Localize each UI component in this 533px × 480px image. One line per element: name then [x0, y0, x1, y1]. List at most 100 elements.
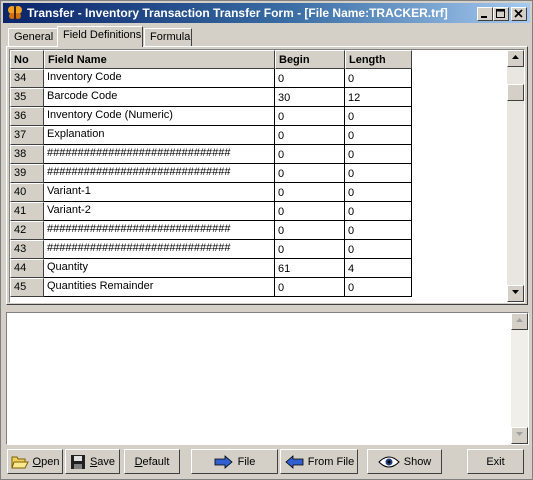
- tab-field-definitions-label: Field Definitions: [63, 29, 142, 41]
- arrow-left-icon: [285, 454, 304, 469]
- row-field-name[interactable]: Quantities Remainder: [44, 278, 275, 297]
- table-row[interactable]: 36 Inventory Code (Numeric) 0 0: [10, 107, 412, 126]
- title-bar[interactable]: Transfer - Inventory Transaction Transfe…: [3, 3, 530, 23]
- header-length[interactable]: Length: [345, 50, 412, 69]
- close-icon: [514, 9, 523, 18]
- memo-scroll-up-button[interactable]: [511, 313, 528, 330]
- row-field-name[interactable]: Variant-1: [44, 183, 275, 202]
- row-begin[interactable]: 30: [275, 88, 345, 107]
- arrow-up-icon: [512, 55, 519, 59]
- row-length[interactable]: 0: [345, 183, 412, 202]
- row-no: 45: [10, 278, 44, 297]
- folder-open-icon: [10, 456, 29, 468]
- main-window: Transfer - Inventory Transaction Transfe…: [0, 0, 533, 480]
- row-length[interactable]: 0: [345, 69, 412, 88]
- maximize-button[interactable]: [493, 7, 509, 21]
- maximize-icon: [496, 9, 505, 18]
- row-begin[interactable]: 0: [275, 145, 345, 164]
- row-length[interactable]: 0: [345, 221, 412, 240]
- table-row[interactable]: 41 Variant-2 0 0: [10, 202, 412, 221]
- save-button[interactable]: Save: [65, 449, 120, 474]
- default-mnemonic: D: [134, 455, 143, 468]
- row-field-name[interactable]: Quantity: [44, 259, 275, 278]
- grid-scroll-down-button[interactable]: [507, 285, 524, 302]
- row-no: 41: [10, 202, 44, 221]
- row-length[interactable]: 0: [345, 145, 412, 164]
- tab-general-label: General: [14, 31, 54, 43]
- exit-button-label: Exit: [486, 455, 505, 468]
- row-no: 34: [10, 69, 44, 88]
- table-row[interactable]: 38 ############################## 0 0: [10, 145, 412, 164]
- table-row[interactable]: 39 ############################## 0 0: [10, 164, 412, 183]
- table-row[interactable]: 42 ############################## 0 0: [10, 221, 412, 240]
- grid-scroll-up-button[interactable]: [507, 50, 524, 67]
- close-button[interactable]: [511, 7, 527, 21]
- tab-field-definitions[interactable]: Field Definitions: [57, 26, 143, 47]
- grid-vertical-scrollbar[interactable]: [507, 50, 524, 302]
- row-begin[interactable]: 0: [275, 240, 345, 259]
- row-field-name[interactable]: Inventory Code (Numeric): [44, 107, 275, 126]
- row-field-name[interactable]: Variant-2: [44, 202, 275, 221]
- row-no: 37: [10, 126, 44, 145]
- arrow-right-icon: [214, 454, 233, 469]
- field-definitions-grid[interactable]: No Field Name Begin Length 34 Inventory C…: [9, 49, 525, 303]
- row-begin[interactable]: 0: [275, 202, 345, 221]
- row-field-name[interactable]: Inventory Code: [44, 69, 275, 88]
- tab-formula[interactable]: Formula: [144, 28, 192, 46]
- row-field-name[interactable]: ##############################: [44, 221, 275, 240]
- row-length[interactable]: 0: [345, 164, 412, 183]
- table-row[interactable]: 43 ############################## 0 0: [10, 240, 412, 259]
- save-rest: ave: [97, 455, 116, 468]
- minimize-button[interactable]: [477, 7, 493, 21]
- row-begin[interactable]: 61: [275, 259, 345, 278]
- arrow-down-icon: [516, 432, 523, 436]
- row-begin[interactable]: 0: [275, 107, 345, 126]
- file-button[interactable]: File: [191, 449, 278, 474]
- row-length[interactable]: 0: [345, 107, 412, 126]
- row-begin[interactable]: 0: [275, 221, 345, 240]
- row-begin[interactable]: 0: [275, 164, 345, 183]
- row-begin[interactable]: 0: [275, 278, 345, 297]
- grid-header: No Field Name Begin Length: [10, 50, 412, 69]
- row-length[interactable]: 0: [345, 202, 412, 221]
- arrow-up-icon: [516, 318, 523, 322]
- from-file-button[interactable]: From File: [280, 449, 358, 474]
- table-row[interactable]: 34 Inventory Code 0 0: [10, 69, 412, 88]
- table-row[interactable]: 45 Quantities Remainder 0 0: [10, 278, 412, 297]
- grid-scroll-thumb[interactable]: [507, 84, 524, 101]
- row-begin[interactable]: 0: [275, 183, 345, 202]
- header-field-name[interactable]: Field Name: [44, 50, 275, 69]
- table-row[interactable]: 40 Variant-1 0 0: [10, 183, 412, 202]
- row-no: 35: [10, 88, 44, 107]
- exit-button[interactable]: Exit: [467, 449, 524, 474]
- header-no[interactable]: No: [10, 50, 44, 69]
- row-length[interactable]: 0: [345, 278, 412, 297]
- floppy-disk-icon: [70, 454, 85, 469]
- tab-general[interactable]: General: [8, 28, 58, 46]
- memo-text-area[interactable]: [6, 312, 529, 445]
- row-length[interactable]: 4: [345, 259, 412, 278]
- row-field-name[interactable]: Explanation: [44, 126, 275, 145]
- memo-scroll-down-button[interactable]: [511, 427, 528, 444]
- open-button[interactable]: Open: [7, 449, 63, 474]
- default-rest: efault: [142, 455, 170, 468]
- row-begin[interactable]: 0: [275, 126, 345, 145]
- default-button-label: Default: [135, 456, 170, 468]
- row-begin[interactable]: 0: [275, 69, 345, 88]
- row-field-name[interactable]: Barcode Code: [44, 88, 275, 107]
- table-row[interactable]: 35 Barcode Code 30 12: [10, 88, 412, 107]
- show-button[interactable]: Show: [367, 449, 442, 474]
- row-field-name[interactable]: ##############################: [44, 164, 275, 183]
- memo-vertical-scrollbar[interactable]: [511, 313, 528, 444]
- table-row[interactable]: 44 Quantity 61 4: [10, 259, 412, 278]
- table-row[interactable]: 37 Explanation 0 0: [10, 126, 412, 145]
- row-no: 44: [10, 259, 44, 278]
- row-length[interactable]: 12: [345, 88, 412, 107]
- row-length[interactable]: 0: [345, 126, 412, 145]
- row-length[interactable]: 0: [345, 240, 412, 259]
- default-button[interactable]: Default: [124, 449, 180, 474]
- row-field-name[interactable]: ##############################: [44, 145, 275, 164]
- header-begin[interactable]: Begin: [275, 50, 345, 69]
- row-field-name[interactable]: ##############################: [44, 240, 275, 259]
- from-file-button-label: From File: [307, 455, 355, 468]
